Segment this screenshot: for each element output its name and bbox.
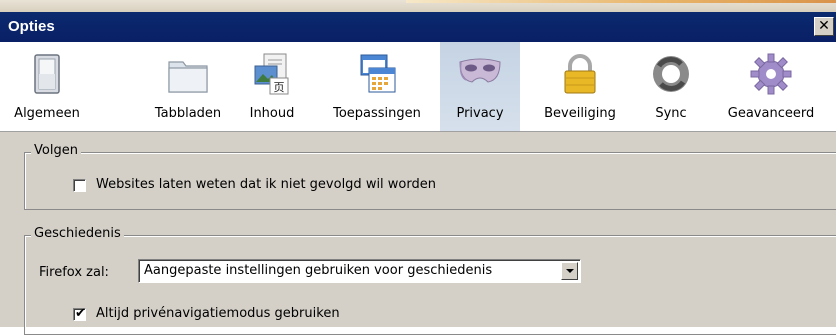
tab-toepassingen[interactable]: Toepassingen <box>320 42 434 131</box>
folder-tabs-icon <box>166 52 210 96</box>
firefox-zal-label: Firefox zal: <box>39 265 109 280</box>
switch-icon <box>25 52 69 96</box>
tab-label: Beveiliging <box>544 106 616 121</box>
gear-icon <box>749 52 793 96</box>
close-button[interactable]: ✕ <box>814 17 834 36</box>
sync-icon <box>649 52 693 96</box>
tab-label: Algemeen <box>14 106 80 121</box>
mask-icon <box>458 52 502 96</box>
volgen-group: Volgen Websites laten weten dat ik niet … <box>24 143 836 210</box>
svg-text:页: 页 <box>274 81 285 94</box>
history-mode-value: Aangepaste instellingen gebruiken voor g… <box>144 263 493 278</box>
history-mode-select[interactable]: Aangepaste instellingen gebruiken voor g… <box>138 259 581 283</box>
privacy-pane: Volgen Websites laten weten dat ik niet … <box>0 132 836 335</box>
tab-inhoud[interactable]: 页 Inhoud <box>232 42 312 131</box>
tab-label: Sync <box>655 106 687 121</box>
tab-tabbladen[interactable]: Tabbladen <box>138 42 238 131</box>
tab-label: Tabbladen <box>154 106 222 121</box>
window-top-edge <box>0 0 836 12</box>
tab-label: Privacy <box>456 106 504 121</box>
document-image-icon: 页 <box>250 52 294 96</box>
tab-label: Geavanceerd <box>727 106 815 121</box>
private-browsing-label: Altijd privénavigatiemodus gebruiken <box>96 306 340 321</box>
applications-calendar-icon <box>355 52 399 96</box>
geschiedenis-group: Geschiedenis Firefox zal: Aangepaste ins… <box>24 226 836 335</box>
preferences-toolbar: Algemeen Tabbladen 页 Inhoud Toepassingen… <box>0 42 836 132</box>
window-title: Opties <box>8 18 55 35</box>
tab-algemeen[interactable]: Algemeen <box>0 42 94 131</box>
padlock-icon <box>558 52 602 96</box>
close-icon: ✕ <box>818 18 830 34</box>
volgen-legend: Volgen <box>31 143 81 158</box>
tab-geavanceerd[interactable]: Geavanceerd <box>712 42 830 131</box>
checkmark-icon: ✔ <box>75 306 86 321</box>
private-browsing-checkbox[interactable]: ✔ <box>73 306 86 321</box>
tab-label: Inhoud <box>249 106 295 121</box>
do-not-track-label: Websites laten weten dat ik niet gevolgd… <box>96 177 436 192</box>
do-not-track-checkbox[interactable] <box>73 179 86 192</box>
chevron-down-icon[interactable] <box>561 262 578 280</box>
tab-sync[interactable]: Sync <box>634 42 708 131</box>
geschiedenis-legend: Geschiedenis <box>31 226 124 241</box>
tab-beveiliging[interactable]: Beveiliging <box>526 42 634 131</box>
tab-label: Toepassingen <box>333 106 421 121</box>
tab-privacy[interactable]: Privacy <box>440 42 520 131</box>
background-accent-strip <box>406 0 836 3</box>
title-bar[interactable]: Opties ✕ <box>0 12 836 42</box>
